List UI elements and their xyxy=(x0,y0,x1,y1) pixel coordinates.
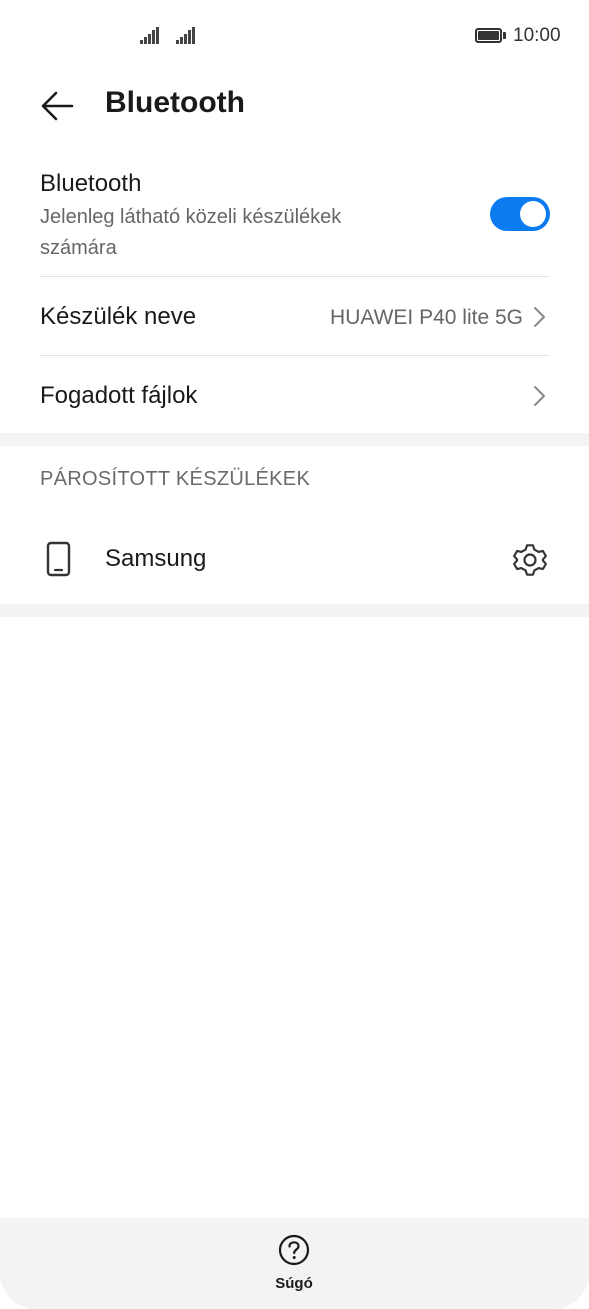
chevron-right-icon xyxy=(534,386,545,406)
section-separator xyxy=(0,433,589,446)
bluetooth-toggle[interactable] xyxy=(490,197,550,231)
arrow-left-icon xyxy=(41,91,74,121)
page-title: Bluetooth xyxy=(105,86,245,119)
signal-sim2-icon xyxy=(176,26,196,44)
device-name-value: HUAWEI P40 lite 5G xyxy=(330,306,523,329)
device-settings-button[interactable] xyxy=(510,540,550,580)
back-button[interactable] xyxy=(36,82,84,130)
paired-device-name: Samsung xyxy=(105,545,207,572)
bluetooth-row-subtitle: Jelenleg látható közeli készülékek számá… xyxy=(40,206,342,259)
chevron-right-icon xyxy=(534,307,545,327)
help-label: Súgó xyxy=(275,1275,313,1292)
battery-full-icon xyxy=(475,28,506,43)
signal-sim1-icon xyxy=(140,26,160,44)
received-files-row-title: Fogadott fájlok xyxy=(40,382,198,409)
toggle-knob xyxy=(520,201,546,227)
paired-device-row[interactable] xyxy=(0,515,589,603)
smartphone-icon xyxy=(46,541,71,577)
help-button[interactable]: Súgó xyxy=(254,1230,334,1300)
status-time: 10:00 xyxy=(513,25,561,46)
section-separator xyxy=(0,604,589,617)
device-name-row-title: Készülék neve xyxy=(40,303,197,330)
question-circle-icon xyxy=(278,1234,310,1266)
status-bar: 10:00 xyxy=(0,0,589,72)
received-files-row[interactable]: Fogadott fájlok xyxy=(0,356,589,433)
bluetooth-settings-screen: 10:00 Bluetooth Bluetooth Jelenleg látha… xyxy=(0,0,589,1309)
bluetooth-row-title: Bluetooth xyxy=(40,170,142,197)
device-name-row[interactable]: Készülék neve HUAWEI P40 lite 5G xyxy=(0,277,589,355)
paired-devices-header: PÁROSÍTOTT KÉSZÜLÉKEK xyxy=(40,468,311,490)
gear-icon xyxy=(513,544,547,576)
